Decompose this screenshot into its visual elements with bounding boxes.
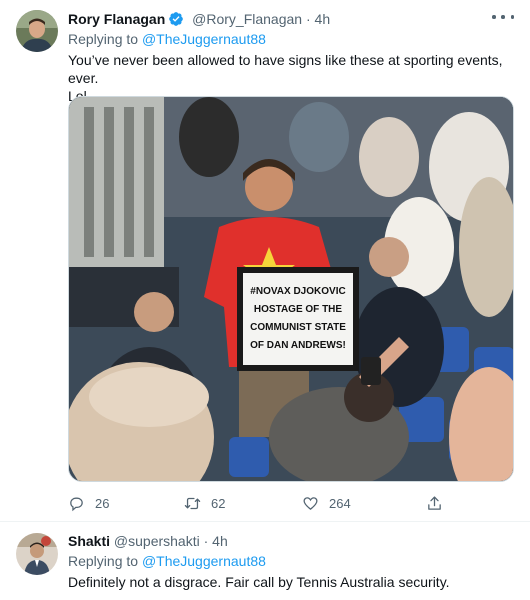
handle[interactable]: @Rory_Flanagan	[192, 11, 302, 27]
more-options-icon[interactable]	[492, 10, 514, 24]
sign-line: COMMUNIST STATE	[250, 322, 346, 333]
retweet-icon	[184, 497, 201, 509]
separator-dot: ·	[203, 533, 209, 549]
reply-button[interactable]: 26	[68, 492, 109, 514]
tweet-shakti[interactable]: Shakti @supershakti · 4h Replying to @Th…	[0, 522, 530, 600]
reply-icon	[70, 497, 83, 511]
tweet-header: Shakti @supershakti · 4h	[68, 533, 228, 549]
replying-to: Replying to @TheJuggernaut88	[68, 31, 266, 47]
replying-to: Replying to @TheJuggernaut88	[68, 553, 266, 569]
avatar-shakti[interactable]	[16, 533, 58, 575]
timestamp[interactable]: 4h	[315, 11, 331, 27]
retweet-button[interactable]: 62	[184, 492, 225, 514]
tweet-rory-flanagan[interactable]: Rory Flanagan @Rory_Flanagan · 4h Replyi…	[0, 0, 530, 522]
sign-line: OF DAN ANDREWS!	[250, 340, 346, 351]
timestamp[interactable]: 4h	[212, 533, 228, 549]
share-button[interactable]	[426, 492, 443, 514]
avatar-rory-flanagan[interactable]	[16, 10, 58, 52]
reply-count: 26	[95, 495, 110, 511]
retweet-count: 62	[211, 495, 226, 511]
like-count: 264	[329, 495, 351, 511]
like-button[interactable]: 264	[302, 492, 351, 514]
display-name[interactable]: Rory Flanagan	[68, 11, 165, 27]
share-icon	[428, 495, 441, 510]
display-name[interactable]: Shakti	[68, 533, 110, 549]
tweet-actions: 26 62 264	[68, 492, 514, 514]
tweet-photo[interactable]: #NOVAX DJOKOVIC HOSTAGE OF THE COMMUNIST…	[68, 96, 514, 482]
tweet-text-line: Definitely not a disgrace. Fair call by …	[68, 574, 450, 590]
replying-to-mention[interactable]: @TheJuggernaut88	[142, 31, 266, 47]
separator-dot: ·	[305, 11, 311, 27]
like-icon	[303, 496, 318, 510]
tweet-text-line: You’ve never been allowed to have signs …	[68, 52, 503, 86]
replying-to-label: Replying to	[68, 553, 139, 569]
sign-line: HOSTAGE OF THE	[254, 304, 342, 315]
handle[interactable]: @supershakti	[114, 533, 200, 549]
replying-to-label: Replying to	[68, 31, 139, 47]
tweet-text: Definitely not a disgrace. Fair call by …	[68, 573, 518, 591]
verified-badge-icon	[169, 12, 184, 26]
sign-line: #NOVAX DJOKOVIC	[250, 286, 345, 297]
replying-to-mention[interactable]: @TheJuggernaut88	[142, 553, 266, 569]
tweet-header: Rory Flanagan @Rory_Flanagan · 4h	[68, 11, 330, 27]
